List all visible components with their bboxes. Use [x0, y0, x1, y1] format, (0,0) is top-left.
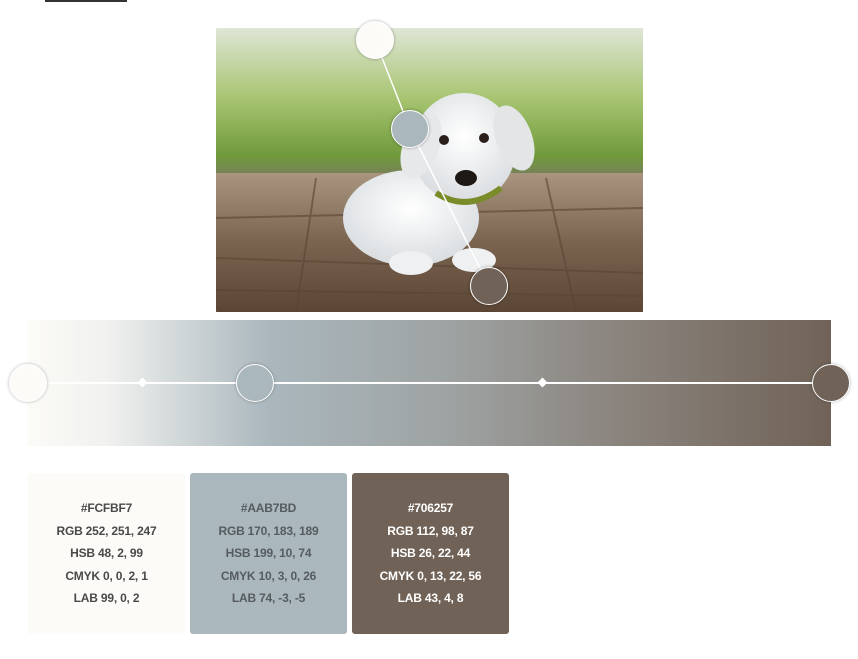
swatch-rgb: RGB 252, 251, 247: [56, 523, 157, 538]
swatch-cmyk: CMYK 0, 13, 22, 56: [379, 568, 482, 583]
color-picker-handle-dark[interactable]: [470, 267, 508, 305]
swatch-hex: #AAB7BD: [240, 501, 297, 516]
swatch-lab: LAB 99, 0, 2: [73, 591, 140, 606]
swatch-hsb: HSB 48, 2, 99: [70, 546, 143, 561]
color-swatch-light[interactable]: #FCFBF7 RGB 252, 251, 247 HSB 48, 2, 99 …: [28, 473, 185, 634]
gradient-track: [28, 382, 831, 384]
color-picker-handle-light[interactable]: [356, 21, 394, 59]
swatch-rgb: RGB 170, 183, 189: [218, 523, 319, 538]
color-picker-handle-mid[interactable]: [391, 110, 429, 148]
swatch-rgb: RGB 112, 98, 87: [387, 523, 474, 538]
swatch-lab: LAB 43, 4, 8: [397, 591, 464, 606]
swatch-hsb: HSB 26, 22, 44: [390, 546, 471, 561]
color-swatch-mid[interactable]: #AAB7BD RGB 170, 183, 189 HSB 199, 10, 7…: [190, 473, 347, 634]
swatch-hex: #706257: [407, 501, 454, 516]
swatch-lab: LAB 74, -3, -5: [231, 591, 306, 606]
swatch-cmyk: CMYK 10, 3, 0, 26: [220, 568, 317, 583]
swatch-cmyk: CMYK 0, 0, 2, 1: [65, 568, 148, 583]
gradient-stop-dark[interactable]: [812, 364, 850, 402]
swatch-hex: #FCFBF7: [80, 501, 133, 516]
gradient-stop-mid[interactable]: [236, 364, 274, 402]
color-swatch-dark[interactable]: #706257 RGB 112, 98, 87 HSB 26, 22, 44 C…: [352, 473, 509, 634]
gradient-stop-light[interactable]: [9, 364, 47, 402]
swatch-hsb: HSB 199, 10, 74: [225, 546, 312, 561]
